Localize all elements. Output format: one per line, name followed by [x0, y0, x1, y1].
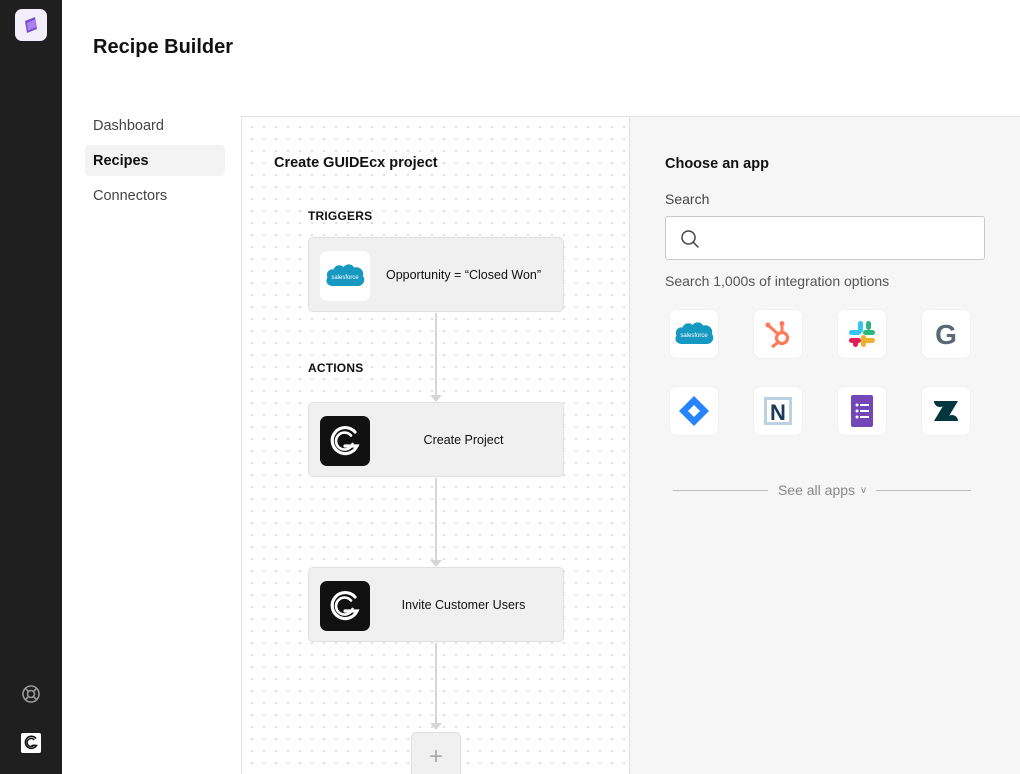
- choose-app-panel: Choose an app Search Search 1,000s of in…: [629, 116, 1020, 774]
- trigger-step[interactable]: salesforce Opportunity = “Closed Won”: [308, 237, 564, 312]
- guidecx-icon: [320, 416, 370, 466]
- actions-label: ACTIONS: [308, 361, 364, 375]
- recipe-name: Create GUIDEcx project: [274, 155, 438, 171]
- panel-title: Choose an app: [665, 156, 769, 172]
- action-step-create-project[interactable]: Create Project: [308, 402, 564, 477]
- connector-arrow: [430, 560, 442, 567]
- app-tile-netsuite[interactable]: N: [754, 387, 802, 435]
- g-icon: G: [935, 319, 957, 350]
- search-box[interactable]: [665, 216, 985, 260]
- salesforce-icon: salesforce: [320, 251, 370, 301]
- see-all-label: See all apps: [777, 482, 856, 498]
- nav-item-recipes[interactable]: Recipes: [85, 145, 225, 176]
- action-step-label: Create Project: [423, 432, 504, 447]
- hubspot-icon: [765, 321, 790, 349]
- connector-arrow: [430, 723, 442, 730]
- slack-icon: [849, 321, 875, 347]
- left-rail: [0, 0, 62, 774]
- nav-item-connectors[interactable]: Connectors: [85, 180, 225, 211]
- zendesk-icon: [934, 401, 958, 421]
- connector-arrow: [430, 395, 442, 402]
- action-step-label: Invite Customer Users: [401, 597, 526, 612]
- guidecx-icon: [320, 581, 370, 631]
- search-label: Search: [665, 191, 710, 207]
- divider: [876, 489, 971, 491]
- help-icon[interactable]: [21, 684, 41, 704]
- app-tile-slack[interactable]: [838, 310, 886, 358]
- g-icon-text: G: [935, 319, 957, 350]
- action-step-invite-users[interactable]: Invite Customer Users: [308, 567, 564, 642]
- search-icon: [681, 230, 699, 248]
- search-input[interactable]: [706, 217, 976, 259]
- trigger-step-label: Opportunity = “Closed Won”: [385, 267, 542, 282]
- chevron-down-icon: v: [861, 484, 867, 496]
- page-title: Recipe Builder: [93, 36, 234, 58]
- app-tile-jira[interactable]: [670, 387, 718, 435]
- connector-line: [435, 643, 437, 725]
- search-hint: Search 1,000s of integration options: [665, 273, 890, 289]
- recipe-canvas: Create GUIDEcx project TRIGGERS salesfor…: [241, 116, 629, 774]
- netsuite-icon-text: N: [770, 400, 786, 425]
- salesforce-icon-text: salesforce: [331, 275, 359, 281]
- divider: [673, 489, 768, 491]
- salesforce-icon: salesforce: [675, 322, 714, 344]
- sub-navigation: Dashboard Recipes Connectors: [85, 110, 225, 215]
- connector-line: [435, 478, 437, 560]
- add-step-button[interactable]: +: [411, 732, 461, 774]
- see-all-apps-button[interactable]: See all apps v: [768, 482, 876, 498]
- app-tile-google-forms[interactable]: [838, 387, 886, 435]
- see-all-row: See all apps v: [673, 480, 971, 500]
- salesforce-icon-text: salesforce: [680, 333, 708, 339]
- connector-line: [435, 313, 437, 395]
- triggers-label: TRIGGERS: [308, 209, 373, 223]
- app-tile-hubspot[interactable]: [754, 310, 802, 358]
- jira-icon: [679, 396, 709, 426]
- app-tile-zendesk[interactable]: [922, 387, 970, 435]
- app-tile-g-app[interactable]: G: [922, 310, 970, 358]
- guidecx-brand-icon[interactable]: [21, 733, 41, 753]
- app-tile-salesforce[interactable]: salesforce: [670, 310, 718, 358]
- netsuite-icon: N: [764, 397, 792, 425]
- nav-item-dashboard[interactable]: Dashboard: [85, 110, 225, 141]
- google-forms-icon: [851, 395, 873, 427]
- app-logo-icon[interactable]: [15, 9, 47, 41]
